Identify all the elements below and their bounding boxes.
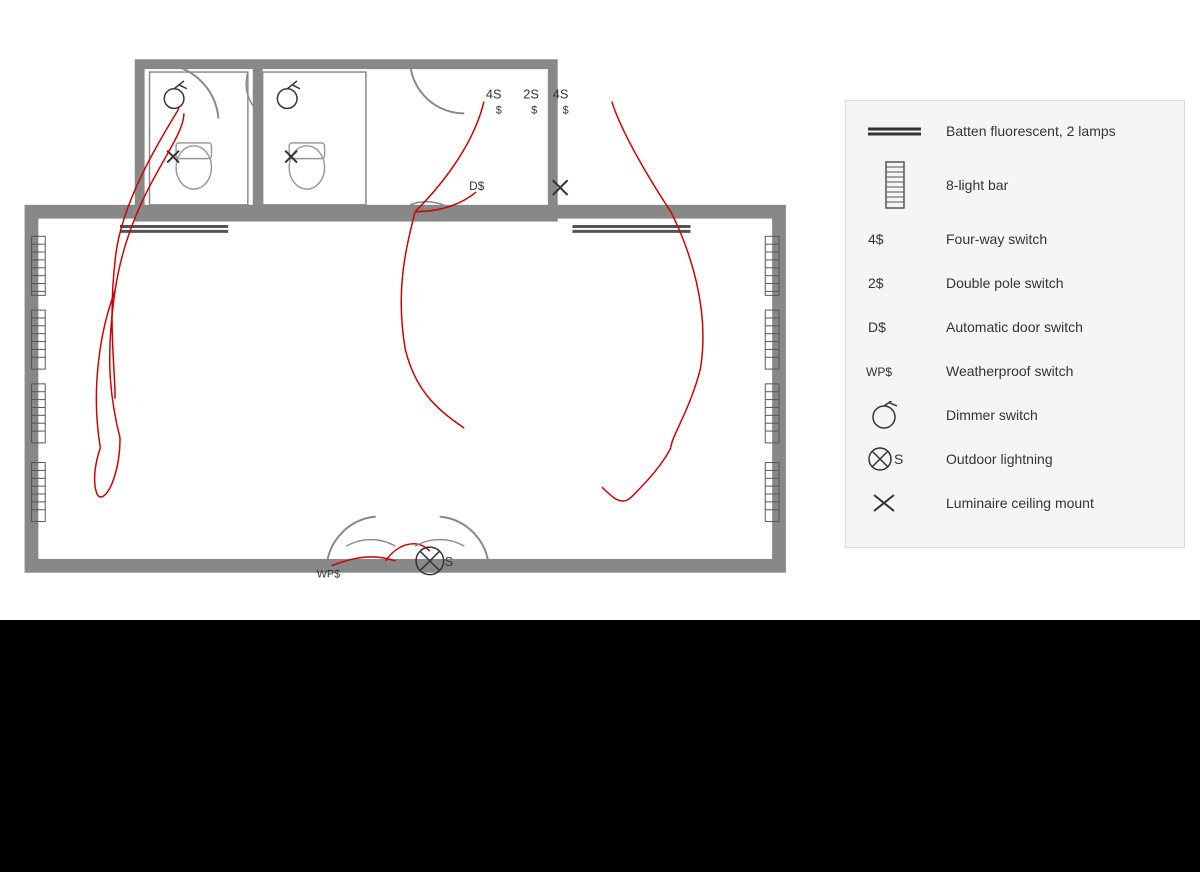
svg-text:D$: D$ <box>868 319 886 335</box>
svg-text:$: $ <box>563 104 569 116</box>
batten-fluorescent-symbol <box>866 121 946 141</box>
legend-item-8light: 8-light bar <box>866 160 1164 210</box>
8light-bar-label: 8-light bar <box>946 176 1008 194</box>
main-container: 4S 2S 4S $ $ $ D$ <box>0 0 1200 620</box>
luminaire-label: Luminaire ceiling mount <box>946 494 1094 512</box>
svg-text:2S: 2S <box>523 87 539 102</box>
svg-text:4S: 4S <box>486 87 502 102</box>
legend-item-outdoor: S Outdoor lightning <box>866 444 1164 474</box>
floor-plan: 4S 2S 4S $ $ $ D$ <box>15 15 825 615</box>
svg-text:D$: D$ <box>469 179 485 193</box>
legend-panel: Batten fluorescent, 2 lamps 8-light bar <box>845 100 1185 548</box>
legend-item-batten: Batten fluorescent, 2 lamps <box>866 116 1164 146</box>
svg-text:2$: 2$ <box>868 275 884 291</box>
8light-bar-symbol <box>866 160 946 210</box>
outdoor-lightning-symbol: S <box>866 445 946 473</box>
doublepole-switch-symbol: 2$ <box>866 271 946 295</box>
fourway-switch-symbol: 4$ <box>866 227 946 251</box>
weatherproof-switch-label: Weatherproof switch <box>946 362 1073 380</box>
svg-text:4S: 4S <box>553 87 569 102</box>
svg-text:$: $ <box>496 104 502 116</box>
svg-text:WP$: WP$ <box>866 365 892 379</box>
svg-text:S: S <box>445 554 454 569</box>
svg-text:WP$: WP$ <box>317 569 340 581</box>
legend-item-weatherproof: WP$ Weatherproof switch <box>866 356 1164 386</box>
svg-text:$: $ <box>531 104 537 116</box>
svg-text:S: S <box>894 451 903 467</box>
outdoor-lightning-label: Outdoor lightning <box>946 450 1053 468</box>
batten-fluorescent-label: Batten fluorescent, 2 lamps <box>946 122 1116 140</box>
svg-text:4$: 4$ <box>868 231 884 247</box>
dimmer-switch-symbol <box>866 401 946 429</box>
autodoor-switch-symbol: D$ <box>866 315 946 339</box>
legend-item-luminaire: Luminaire ceiling mount <box>866 488 1164 518</box>
luminaire-symbol <box>866 491 946 515</box>
weatherproof-switch-symbol: WP$ <box>866 359 946 383</box>
doublepole-switch-label: Double pole switch <box>946 274 1064 292</box>
legend-item-doublepole: 2$ Double pole switch <box>866 268 1164 298</box>
legend-item-fourway: 4$ Four-way switch <box>866 224 1164 254</box>
black-bar <box>0 620 1200 872</box>
fourway-switch-label: Four-way switch <box>946 230 1047 248</box>
legend-item-dimmer: Dimmer switch <box>866 400 1164 430</box>
autodoor-switch-label: Automatic door switch <box>946 318 1083 336</box>
dimmer-switch-label: Dimmer switch <box>946 406 1038 424</box>
legend-item-autodoor: D$ Automatic door switch <box>866 312 1164 342</box>
